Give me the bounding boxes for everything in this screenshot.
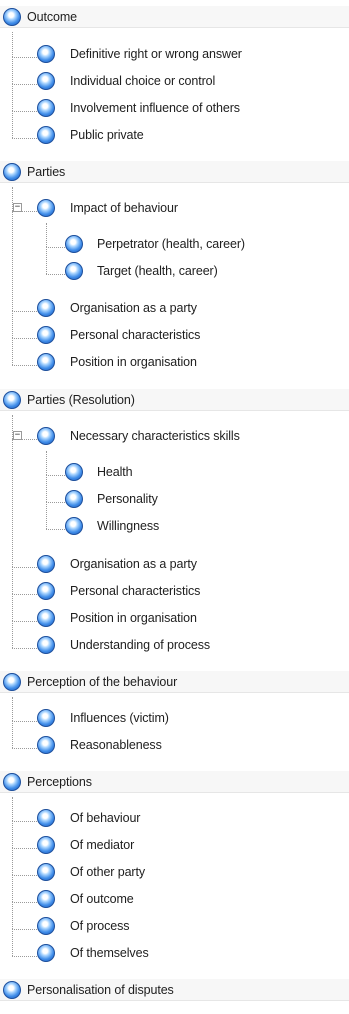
tree-node-understanding-of-process[interactable]: Understanding of process — [0, 633, 349, 657]
tree-node-label: Perception of the behaviour — [27, 675, 178, 689]
node-icon — [37, 809, 55, 827]
tree-node-label: Of process — [70, 919, 130, 933]
tree-node-label: Personal characteristics — [70, 584, 201, 598]
node-icon — [3, 391, 21, 409]
node-icon — [65, 517, 83, 535]
tree-node-willingness[interactable]: Willingness — [0, 514, 349, 538]
tree-node-label: Target (health, career) — [97, 264, 218, 278]
node-icon — [37, 836, 55, 854]
node-icon — [37, 72, 55, 90]
node-icon — [37, 353, 55, 371]
tree-node-organisation-as-a-party[interactable]: Organisation as a party — [0, 552, 349, 576]
tree-node-personalisation-of-disputes[interactable]: Personalisation of disputes — [0, 978, 349, 1002]
tree-node-of-behaviour[interactable]: Of behaviour — [0, 806, 349, 830]
node-icon — [37, 555, 55, 573]
tree-node-label: Public private — [70, 128, 144, 142]
node-icon — [3, 773, 21, 791]
node-icon — [37, 126, 55, 144]
tree-node-label: Individual choice or control — [70, 74, 216, 88]
tree-node-personal-characteristics[interactable]: Personal characteristics — [0, 323, 349, 347]
tree-node-position-in-organisation[interactable]: Position in organisation — [0, 606, 349, 630]
tree-node-label: Necessary characteristics skills — [70, 429, 240, 443]
node-icon — [37, 736, 55, 754]
tree-node-label: Parties — [27, 165, 66, 179]
node-icon — [65, 235, 83, 253]
node-icon — [37, 582, 55, 600]
node-icon — [37, 890, 55, 908]
tree-node-influences-victim[interactable]: Influences (victim) — [0, 706, 349, 730]
tree-node-label: Parties (Resolution) — [27, 393, 135, 407]
tree-node-label: Definitive right or wrong answer — [70, 47, 242, 61]
node-icon — [3, 8, 21, 26]
tree-node-perpetrator-health-career[interactable]: Perpetrator (health, career) — [0, 232, 349, 256]
tree-node-definitive-right-or-wrong-answer[interactable]: Definitive right or wrong answer — [0, 42, 349, 66]
node-icon — [37, 944, 55, 962]
node-icon — [37, 709, 55, 727]
tree-node-target-health-career[interactable]: Target (health, career) — [0, 259, 349, 283]
tree-node-label: Organisation as a party — [70, 557, 197, 571]
tree-node-label: Of mediator — [70, 838, 135, 852]
tree-node-impact-of-behaviour[interactable]: − Impact of behaviour — [0, 196, 349, 220]
tree-node-label: Personalisation of disputes — [27, 983, 174, 997]
tree-node-label: Influences (victim) — [70, 711, 169, 725]
tree-node-outcome[interactable]: Outcome — [0, 5, 349, 29]
tree-node-label: Perceptions — [27, 775, 92, 789]
tree-node-label: Impact of behaviour — [70, 201, 178, 215]
tree-node-involvement-influence-of-others[interactable]: Involvement influence of others — [0, 96, 349, 120]
node-icon — [37, 636, 55, 654]
tree-node-of-themselves[interactable]: Of themselves — [0, 941, 349, 965]
tree-node-label: Involvement influence of others — [70, 101, 240, 115]
tree-node-organisation-as-a-party[interactable]: Organisation as a party — [0, 296, 349, 320]
tree-node-of-other-party[interactable]: Of other party — [0, 860, 349, 884]
node-icon — [37, 917, 55, 935]
tree-node-label: Outcome — [27, 10, 78, 24]
node-icon — [37, 299, 55, 317]
node-icon — [37, 99, 55, 117]
node-icon — [37, 199, 55, 217]
tree-node-of-process[interactable]: Of process — [0, 914, 349, 938]
node-icon — [65, 463, 83, 481]
tree-node-personal-characteristics[interactable]: Personal characteristics — [0, 579, 349, 603]
node-icon — [37, 326, 55, 344]
tree-node-label: Personal characteristics — [70, 328, 201, 342]
tree-node-necessary-characteristics-skills[interactable]: − Necessary characteristics skills — [0, 424, 349, 448]
tree-node-perceptions[interactable]: Perceptions — [0, 770, 349, 794]
node-icon — [3, 981, 21, 999]
tree-node-label: Understanding of process — [70, 638, 211, 652]
node-icon — [37, 609, 55, 627]
tree-node-label: Of outcome — [70, 892, 134, 906]
collapse-toggle[interactable]: − — [13, 203, 22, 212]
tree-node-label: Of behaviour — [70, 811, 141, 825]
node-icon — [65, 490, 83, 508]
tree-node-label: Position in organisation — [70, 611, 197, 625]
node-icon — [37, 45, 55, 63]
tree-node-of-mediator[interactable]: Of mediator — [0, 833, 349, 857]
node-icon — [37, 427, 55, 445]
tree-node-label: Position in organisation — [70, 355, 197, 369]
tree-node-of-outcome[interactable]: Of outcome — [0, 887, 349, 911]
tree-node-parties-resolution[interactable]: Parties (Resolution) — [0, 388, 349, 412]
tree-node-reasonableness[interactable]: Reasonableness — [0, 733, 349, 757]
tree-node-public-private[interactable]: Public private — [0, 123, 349, 147]
node-icon — [3, 673, 21, 691]
tree-node-label: Of other party — [70, 865, 146, 879]
tree-node-label: Perpetrator (health, career) — [97, 237, 245, 251]
tree-node-individual-choice-or-control[interactable]: Individual choice or control — [0, 69, 349, 93]
node-icon — [37, 863, 55, 881]
tree-node-health[interactable]: Health — [0, 460, 349, 484]
tree-node-label: Willingness — [97, 519, 160, 533]
tree-node-label: Reasonableness — [70, 738, 162, 752]
node-tree: Outcome Definitive right or wrong answer I… — [0, 0, 349, 1014]
node-icon — [3, 163, 21, 181]
tree-node-perception-of-the-behaviour[interactable]: Perception of the behaviour — [0, 670, 349, 694]
tree-node-label: Organisation as a party — [70, 301, 197, 315]
tree-node-parties[interactable]: Parties — [0, 160, 349, 184]
collapse-toggle[interactable]: − — [13, 431, 22, 440]
tree-node-label: Of themselves — [70, 946, 149, 960]
tree-node-label: Health — [97, 465, 133, 479]
node-icon — [65, 262, 83, 280]
tree-node-position-in-organisation[interactable]: Position in organisation — [0, 350, 349, 374]
tree-node-personality[interactable]: Personality — [0, 487, 349, 511]
tree-node-label: Personality — [97, 492, 158, 506]
